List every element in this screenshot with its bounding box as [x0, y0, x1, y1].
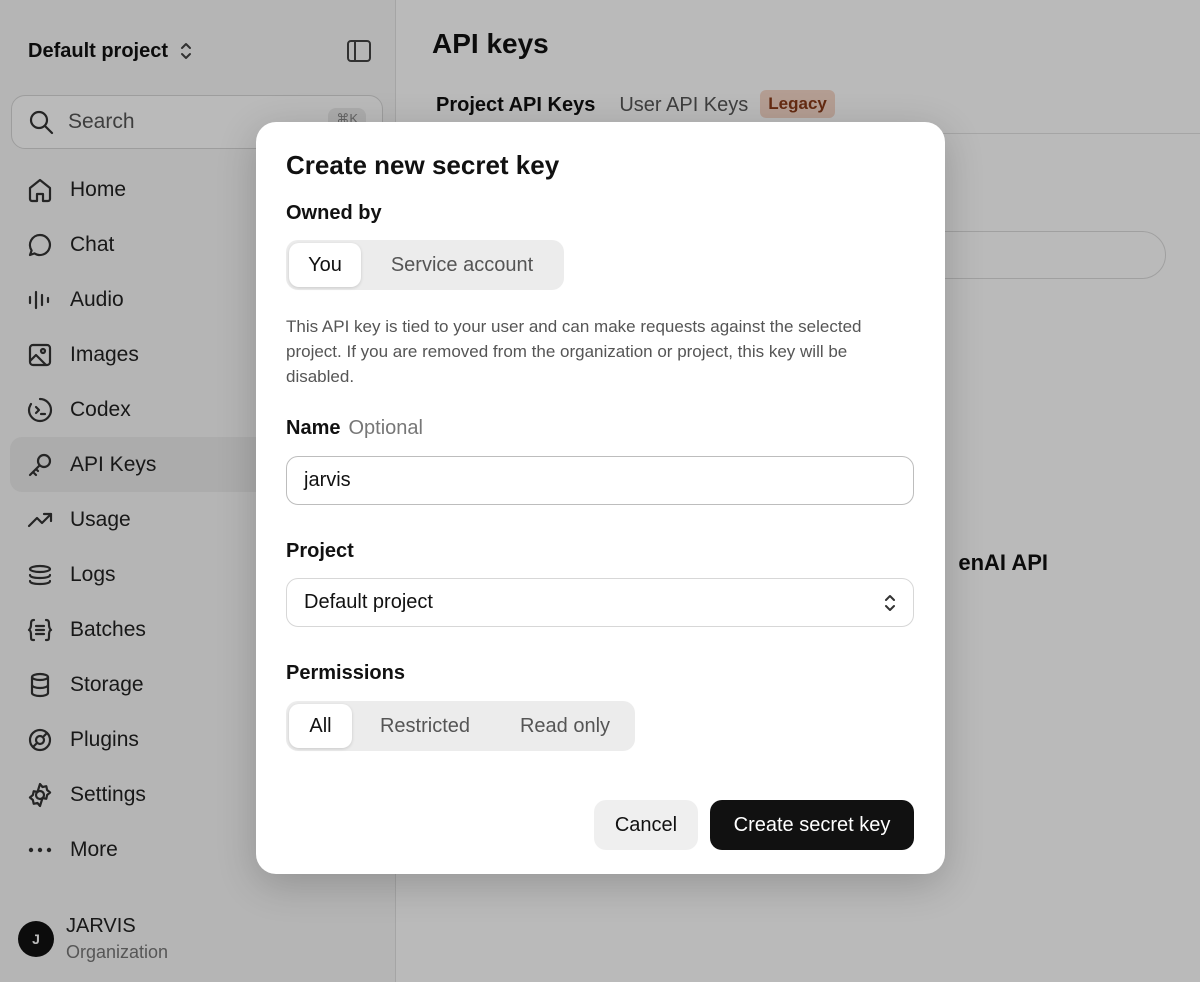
- owned-by-service-account-option[interactable]: Service account: [363, 243, 561, 287]
- dialog-title: Create new secret key: [286, 150, 560, 180]
- permissions-label: Permissions: [286, 662, 405, 684]
- name-label-row: Name Optional: [286, 417, 423, 440]
- project-select-value: Default project: [304, 591, 433, 613]
- permission-all-option[interactable]: All: [289, 704, 352, 748]
- owner-description: This API key is tied to your user and ca…: [286, 317, 862, 386]
- project-select[interactable]: Default project: [286, 578, 914, 627]
- create-secret-key-button[interactable]: Create secret key: [710, 800, 914, 850]
- cancel-button[interactable]: Cancel: [594, 800, 698, 850]
- owned-by-segmented-control: You Service account: [286, 240, 564, 290]
- permissions-segmented-control: All Restricted Read only: [286, 701, 635, 751]
- owned-by-label: Owned by: [286, 202, 382, 224]
- name-label: Name: [286, 417, 341, 439]
- optional-hint: Optional: [348, 417, 423, 439]
- permission-read-only-option[interactable]: Read only: [498, 704, 632, 748]
- owned-by-you-option[interactable]: You: [289, 243, 361, 287]
- project-label: Project: [286, 540, 354, 562]
- name-input[interactable]: jarvis: [286, 456, 914, 505]
- create-secret-key-dialog: Create new secret key Owned by You Servi…: [256, 122, 945, 874]
- permission-restricted-option[interactable]: Restricted: [354, 704, 496, 748]
- chevron-up-down-icon: [885, 594, 895, 611]
